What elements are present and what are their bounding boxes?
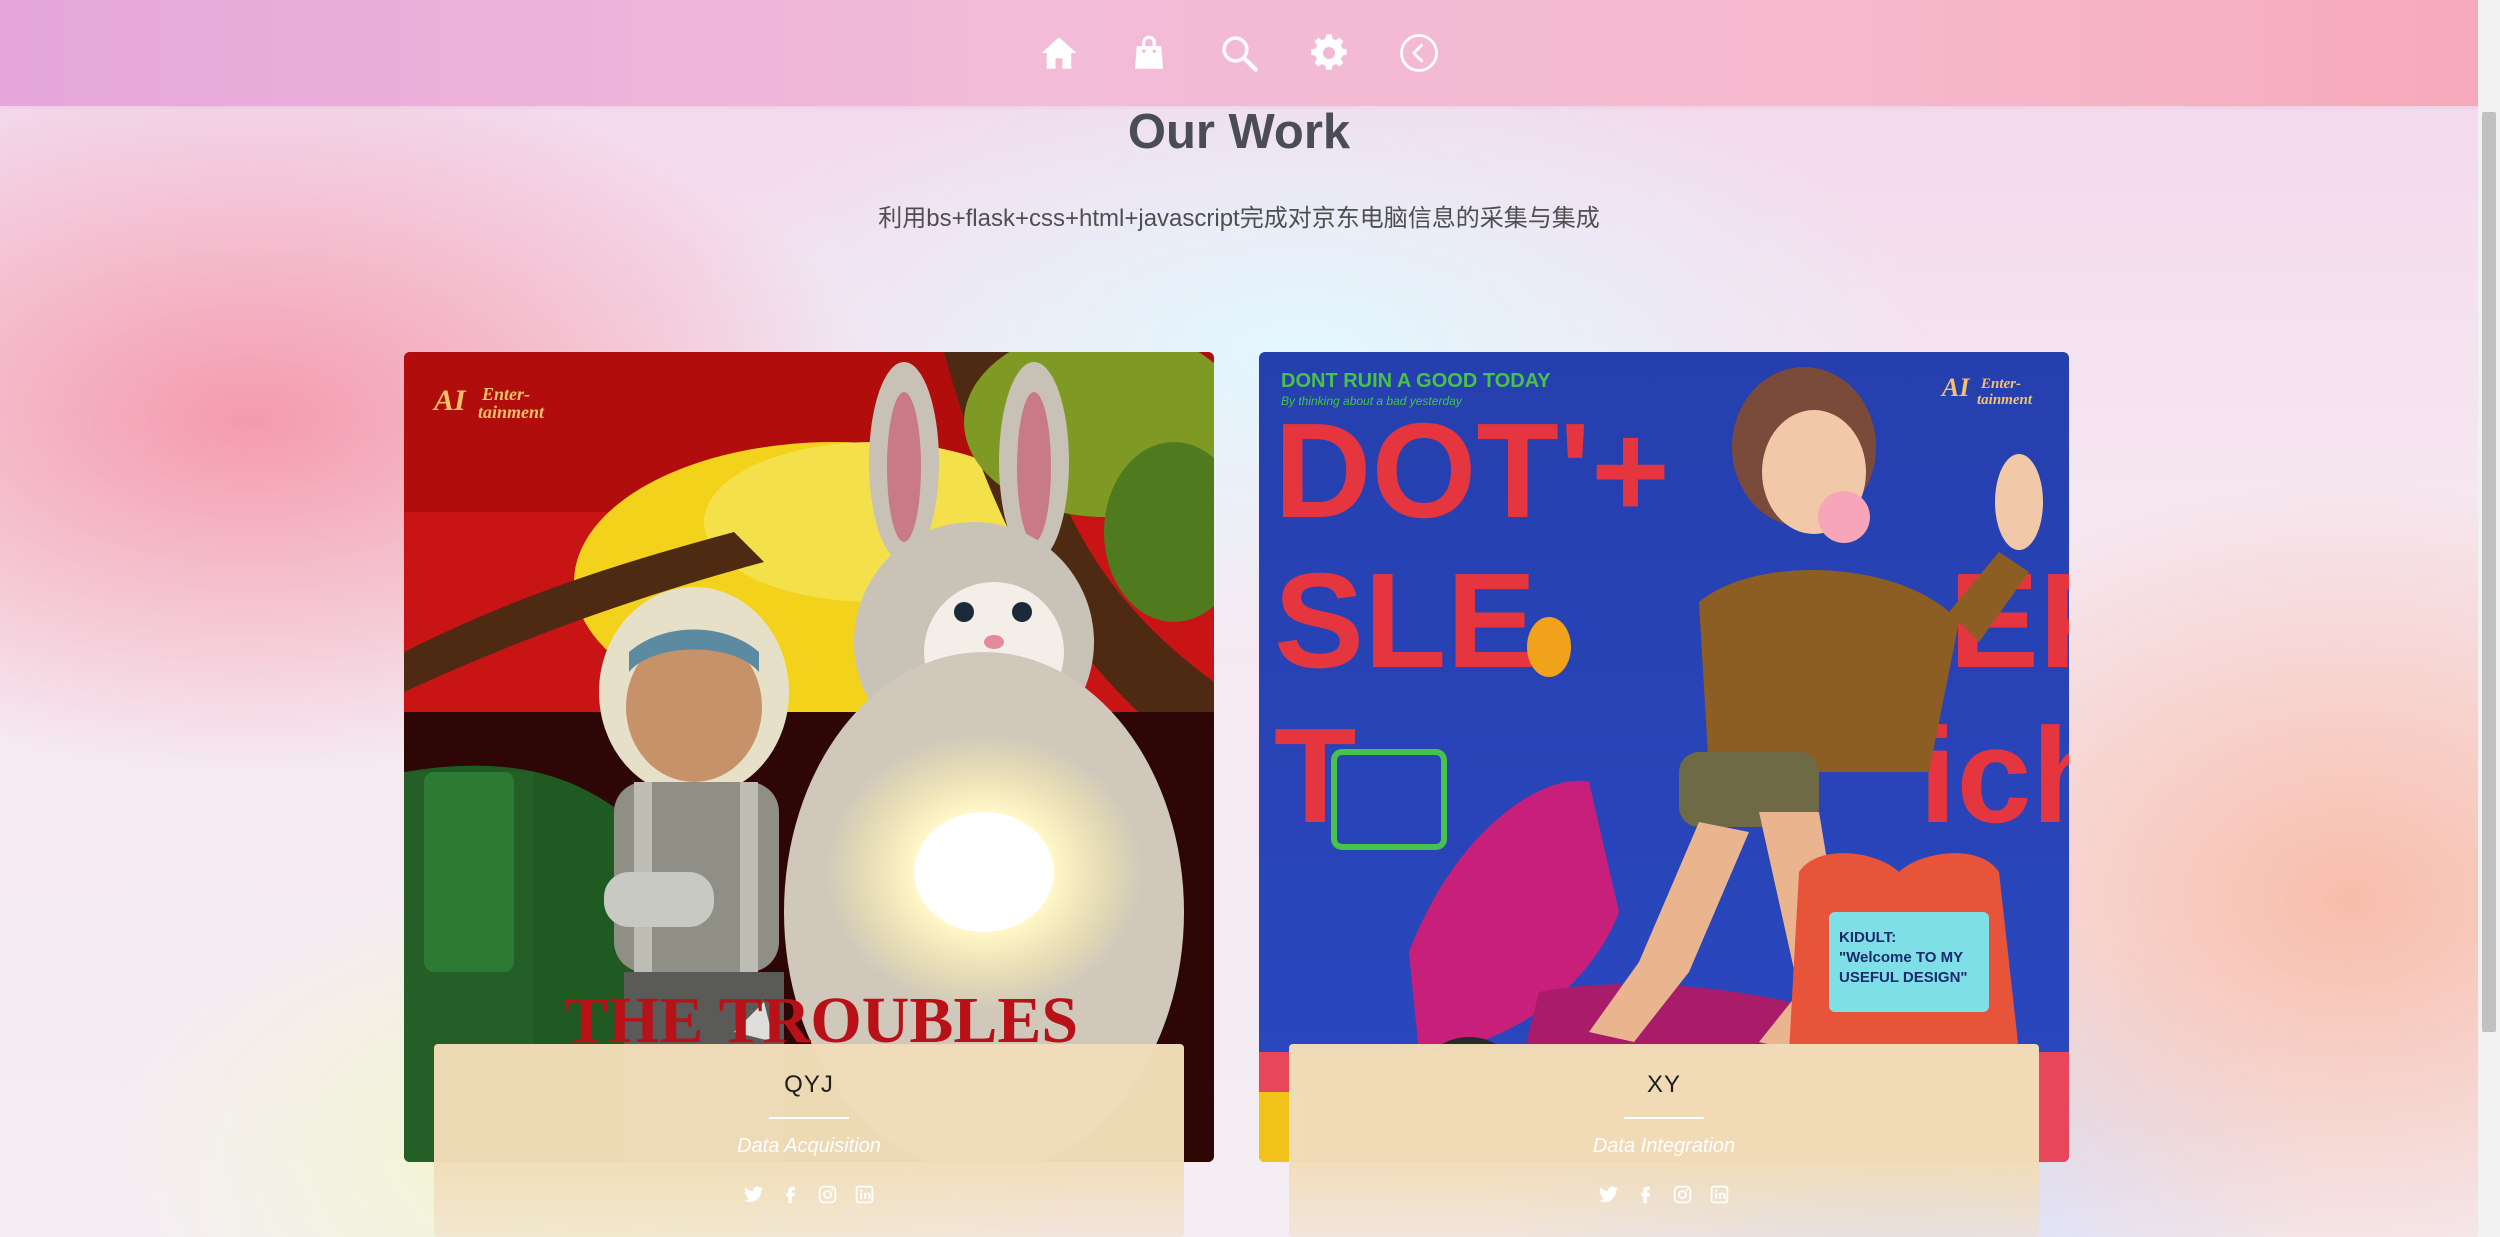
svg-text:Enter-: Enter- (481, 384, 530, 404)
nav-back-button[interactable] (1395, 29, 1443, 77)
svg-text:ich: ich (1919, 700, 2069, 851)
team-card: DONT RUIN A GOOD TODAY By thinking about… (1259, 352, 2069, 1237)
team-card-info: QYJ Data Acquisition (434, 1044, 1184, 1237)
home-icon (1041, 37, 1077, 69)
team-card: AI Enter- tainment THE TROUBLES QYJ Data… (404, 352, 1214, 1237)
svg-text:USEFUL DESIGN": USEFUL DESIGN" (1839, 969, 1968, 986)
gear-icon (1311, 34, 1347, 70)
divider (769, 1117, 849, 1119)
shopping-bag-icon (1135, 35, 1163, 69)
member-role: Data Acquisition (737, 1135, 881, 1157)
svg-text:SLE: SLE (1274, 545, 1537, 696)
svg-text:AI: AI (1940, 373, 1970, 402)
social-links (434, 1184, 1184, 1205)
twitter-icon[interactable] (743, 1184, 764, 1205)
section-title: Our Work (1127, 105, 1351, 159)
search-icon (1222, 36, 1258, 72)
scrollbar-thumb[interactable] (2482, 112, 2496, 1032)
top-navbar (0, 0, 2478, 106)
facebook-icon[interactable] (1635, 1184, 1656, 1205)
svg-text:Enter-: Enter- (1980, 376, 2021, 392)
svg-text:"Welcome TO MY: "Welcome TO MY (1839, 949, 1963, 966)
linkedin-icon[interactable] (1709, 1184, 1730, 1205)
team-card-image: AI Enter- tainment THE TROUBLES (404, 352, 1214, 1162)
svg-text:tainment: tainment (1977, 392, 2033, 408)
team-card-image: DONT RUIN A GOOD TODAY By thinking about… (1259, 352, 2069, 1162)
instagram-icon[interactable] (817, 1184, 838, 1205)
divider (1624, 1117, 1704, 1119)
member-role: Data Integration (1592, 1135, 1736, 1157)
svg-text:DONT RUIN A GOOD TODAY: DONT RUIN A GOOD TODAY (1281, 370, 1551, 392)
svg-text:AI: AI (432, 384, 467, 417)
member-name: XY (1646, 1071, 1681, 1098)
social-links (1289, 1184, 2039, 1205)
nav-search-button[interactable] (1215, 29, 1263, 77)
back-circle-icon (1400, 34, 1438, 72)
svg-text:KIDULT:: KIDULT: (1839, 929, 1896, 946)
nav-home-button[interactable] (1035, 29, 1083, 77)
svg-text:DOT'+: DOT'+ (1274, 395, 1670, 546)
facebook-icon[interactable] (780, 1184, 801, 1205)
svg-text:tainment: tainment (478, 402, 545, 422)
member-name: QYJ (784, 1071, 834, 1098)
section-subtitle: 利用bs+flask+css+html+javascript完成对京东电脑信息的… (878, 205, 1600, 232)
page-scrollbar[interactable] (2478, 0, 2500, 1237)
linkedin-icon[interactable] (854, 1184, 875, 1205)
team-card-info: XY Data Integration (1289, 1044, 2039, 1237)
twitter-icon[interactable] (1598, 1184, 1619, 1205)
nav-shop-button[interactable] (1125, 29, 1173, 77)
instagram-icon[interactable] (1672, 1184, 1693, 1205)
svg-text:T: T (1274, 700, 1356, 851)
nav-settings-button[interactable] (1305, 29, 1353, 77)
